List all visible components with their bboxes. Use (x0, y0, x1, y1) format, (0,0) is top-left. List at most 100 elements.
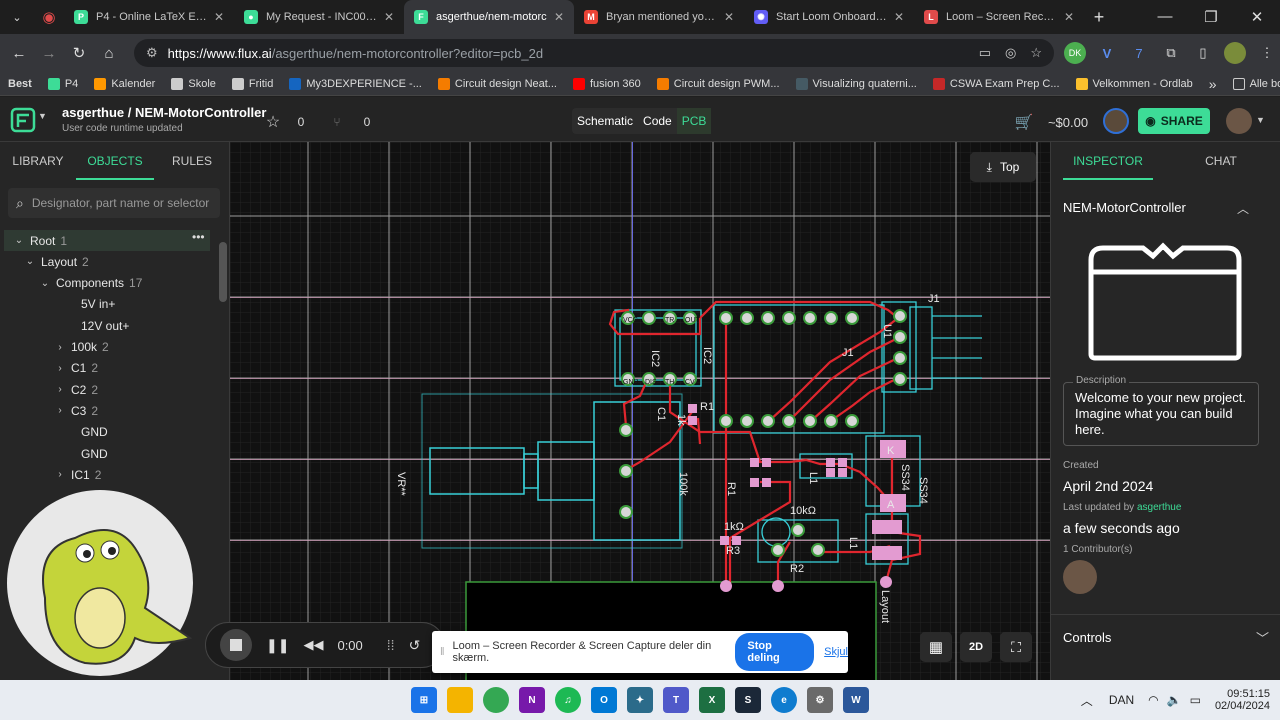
tab-close-icon[interactable]: ✕ (378, 10, 394, 24)
chrome-icon[interactable] (483, 687, 509, 713)
restart-icon[interactable]: ↺ (409, 637, 421, 654)
extension-dk-icon[interactable]: DK (1064, 42, 1086, 64)
close-window-button[interactable]: ✕ (1234, 8, 1280, 26)
tab-chat[interactable]: CHAT (1191, 142, 1251, 180)
fork-icon[interactable]: ⑂ (326, 110, 348, 134)
stop-sharing-button[interactable]: Stop deling (735, 633, 815, 671)
hide-link[interactable]: Skjul (824, 646, 848, 658)
collaborator-avatar[interactable] (1103, 108, 1129, 134)
pcb-drawing[interactable]: J1 IC2 IC2 J1 R1 1k C1 VR** 100k R1 L1 SS34 SS34 K A 10… (230, 142, 1050, 680)
browser-tab[interactable]: L Loom – Screen Recorder ✕ (914, 0, 1084, 34)
bookmark-item[interactable]: Circuit design Neat... (430, 77, 565, 90)
maximize-button[interactable]: ❐ (1188, 8, 1234, 26)
panel-scrollbar[interactable] (219, 242, 227, 302)
browser-tab[interactable]: Fasgerthue/nem-motorc ✕ (404, 0, 574, 34)
tray-chevron-icon[interactable]: ︿ (1081, 692, 1093, 709)
tab-inspector[interactable]: INSPECTOR (1063, 142, 1153, 180)
excel-icon[interactable]: X (699, 687, 725, 713)
rewind-icon[interactable]: ◀◀ (303, 637, 323, 653)
chevron-right-icon[interactable]: › (53, 363, 67, 374)
cast-icon[interactable]: ▭ (979, 45, 991, 61)
grid-toggle-icon[interactable]: ▦ (920, 632, 952, 662)
cart-icon[interactable]: 🛒 (1012, 110, 1036, 134)
tree-item[interactable]: › C1 2 (0, 358, 218, 379)
tab-close-icon[interactable]: ✕ (718, 10, 734, 24)
settings-icon[interactable]: ⚙ (807, 687, 833, 713)
tree-item[interactable]: ⌄ Components 17 (0, 273, 218, 294)
eye-off-icon[interactable]: ◎ (1005, 45, 1016, 61)
home-icon[interactable]: ⌂ (94, 45, 124, 62)
browser-tab[interactable]: P P4 - Online LaTeX Editor O✕ (64, 0, 234, 34)
bookmark-item[interactable]: fusion 360 (565, 77, 649, 90)
extensions-puzzle-icon[interactable]: ⧉ (1160, 42, 1182, 64)
chevron-right-icon[interactable]: › (53, 384, 67, 395)
loom-stop-button[interactable] (220, 629, 252, 661)
onenote-icon[interactable]: N (519, 687, 545, 713)
browser-tab[interactable]: ● My Request - INC001161 ✕ (234, 0, 404, 34)
extension-v-icon[interactable]: V (1096, 42, 1118, 64)
tree-item[interactable]: GND (0, 443, 218, 464)
browser-tab[interactable]: M Bryan mentioned you - a ✕ (574, 0, 744, 34)
chevron-right-icon[interactable]: › (53, 469, 67, 480)
tree-item[interactable]: › C2 2 (0, 379, 218, 400)
battery-icon[interactable]: ▭ (1190, 693, 1201, 707)
tab-library[interactable]: LIBRARY (6, 142, 70, 180)
tab-close-icon[interactable]: ✕ (1058, 10, 1074, 24)
tree-item[interactable]: › IC1 2 (0, 464, 218, 485)
extension-7-icon[interactable]: 7 (1128, 42, 1150, 64)
chevron-right-icon[interactable]: › (53, 342, 67, 353)
bookmarks-more-button[interactable]: » (1201, 76, 1225, 92)
wifi-icon[interactable]: ◠ (1148, 693, 1158, 707)
object-search-input[interactable]: ⌕ Designator, part name or selector (8, 188, 220, 218)
chevron-down-icon[interactable]: ⌄ (12, 235, 26, 246)
tree-item[interactable]: ⌄ Layout 2 (0, 251, 218, 272)
browser-tab[interactable]: ✺ Start Loom Onboarding | ✕ (744, 0, 914, 34)
user-avatar[interactable] (1226, 108, 1252, 134)
drag-handle-icon[interactable]: ⁞⁞ (387, 637, 395, 653)
mode-schematic[interactable]: Schematic (572, 108, 638, 134)
word-icon[interactable]: W (843, 687, 869, 713)
controls-section[interactable]: Controls ﹀ (1051, 614, 1280, 660)
tree-item[interactable]: 5V in+ (0, 294, 218, 315)
menu-kebab-icon[interactable]: ⋮ (1256, 42, 1278, 64)
pcb-canvas[interactable]: J1 IC2 IC2 J1 R1 1k C1 VR** 100k R1 L1 SS34 SS34 K A 10… (230, 142, 1050, 680)
collapse-chevron-icon[interactable]: ︿ (1237, 200, 1249, 217)
spotify-icon[interactable]: ♫ (555, 687, 581, 713)
tab-search-icon[interactable]: ⌄ (0, 11, 34, 24)
address-bar[interactable]: ⚙ https://www.flux.ai/asgerthue/nem-moto… (134, 39, 1054, 67)
steam-icon[interactable]: S (735, 687, 761, 713)
tree-item[interactable]: ⌄ Root 1 (4, 230, 210, 251)
drag-handle-icon[interactable]: ‖ (440, 646, 445, 658)
file-explorer-icon[interactable] (447, 687, 473, 713)
updated-by-user[interactable]: asgerthue (1137, 502, 1181, 513)
bookmark-item[interactable]: Circuit design PWM... (649, 77, 788, 90)
tree-item[interactable]: › 100k 2 (0, 337, 218, 358)
volume-icon[interactable]: 🔈 (1167, 693, 1182, 707)
flux-logo-icon[interactable] (10, 107, 36, 133)
bookmark-item[interactable]: Visualizing quaterni... (788, 77, 925, 90)
tab-close-icon[interactable]: ✕ (888, 10, 904, 24)
bookmark-item[interactable]: Kalender (86, 77, 163, 90)
bookmark-star-icon[interactable]: ☆ (1030, 45, 1042, 61)
back-icon[interactable]: ← (4, 45, 34, 62)
tree-more-icon[interactable]: ••• (192, 230, 205, 244)
share-button[interactable]: ◉ SHARE (1138, 108, 1210, 134)
view-2d-button[interactable]: 2D (960, 632, 992, 662)
view-top-button[interactable]: ⤓ Top (970, 152, 1036, 182)
site-info-icon[interactable]: ⚙ (146, 45, 158, 61)
all-bookmarks-folder[interactable]: Alle bogmærker (1225, 77, 1280, 90)
bookmark-item[interactable]: CSWA Exam Prep C... (925, 77, 1068, 90)
user-menu-chevron-icon[interactable]: ▼ (1256, 115, 1265, 125)
price-label[interactable]: ~$0.00 (1044, 110, 1092, 134)
mode-pcb[interactable]: PCB (676, 108, 712, 134)
sidebar-icon[interactable]: ▯ (1192, 42, 1214, 64)
bookmark-item[interactable]: My3DEXPERIENCE -... (281, 77, 430, 90)
language-indicator[interactable]: DAN (1109, 693, 1134, 707)
logo-menu-chevron-icon[interactable]: ▼ (38, 111, 47, 121)
forward-icon[interactable]: → (34, 45, 64, 62)
star-button[interactable]: ☆ (258, 110, 288, 134)
outlook-icon[interactable]: O (591, 687, 617, 713)
profile-avatar[interactable] (1224, 42, 1246, 64)
tab-close-icon[interactable]: ✕ (208, 10, 224, 24)
contributor-avatar[interactable] (1063, 560, 1097, 594)
